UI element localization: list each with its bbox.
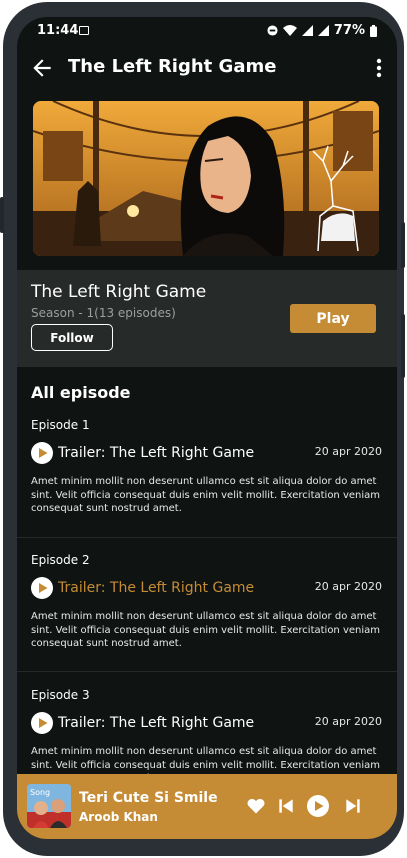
episode-date: 20 apr 2020 (314, 580, 382, 593)
play-circle-icon[interactable] (31, 442, 53, 464)
episode-label: Episode 2 (31, 553, 90, 567)
more-vert-icon[interactable] (373, 56, 385, 80)
song-title: Teri Cute Si Smile (79, 790, 218, 806)
back-arrow-icon[interactable] (29, 55, 55, 81)
play-button[interactable]: Play (290, 304, 376, 333)
phone-frame: 11:44 77% The Left Right Game The Left R… (0, 2, 405, 856)
skip-next-icon[interactable] (343, 796, 363, 816)
episode-date: 20 apr 2020 (314, 715, 382, 728)
play-circle-icon[interactable] (307, 795, 329, 817)
season-info: Season - 1(13 episodes) (31, 306, 176, 320)
battery-percent: 77% (333, 23, 365, 38)
album-art: Song (27, 784, 71, 828)
signal-icon (301, 25, 313, 36)
side-button (0, 197, 4, 233)
artist-name: Aroob Khan (79, 810, 158, 824)
episode-description: Amet minim mollit non deserunt ullamco e… (31, 476, 381, 514)
episode-description: Amet minim mollit non deserunt ullamco e… (31, 611, 381, 649)
heart-icon[interactable] (246, 796, 266, 816)
status-time: 11:44 (37, 23, 79, 38)
show-info-card: The Left Right Game Season - 1(13 episod… (17, 270, 397, 367)
album-art-image: Song (27, 784, 71, 828)
volume-button (401, 222, 405, 268)
episode-label: Episode 3 (31, 688, 90, 702)
follow-button[interactable]: Follow (31, 324, 113, 351)
signal-icon (317, 25, 329, 36)
page-title: The Left Right Game (68, 56, 277, 77)
status-bar: 11:44 77% (17, 17, 397, 45)
episode-date: 20 apr 2020 (314, 445, 382, 458)
power-button (401, 314, 405, 378)
show-banner-image (33, 101, 379, 256)
mini-player[interactable]: Song Teri Cute Si Smile Aroob Khan (17, 774, 397, 839)
play-circle-icon[interactable] (31, 712, 53, 734)
episode-title[interactable]: Trailer: The Left Right Game (58, 715, 254, 731)
wifi-icon (282, 25, 297, 36)
image-icon (79, 26, 89, 35)
status-icons: 77% (267, 23, 377, 38)
episode-title[interactable]: Trailer: The Left Right Game (58, 580, 254, 596)
episode-label: Episode 1 (31, 418, 90, 432)
divider (17, 537, 397, 538)
play-circle-icon[interactable] (31, 577, 53, 599)
screen: 11:44 77% The Left Right Game The Left R… (17, 17, 397, 839)
app-bar: The Left Right Game (17, 51, 397, 91)
battery-icon (370, 24, 377, 37)
album-art-text: Song (30, 788, 50, 797)
show-title: The Left Right Game (31, 282, 207, 302)
banner-illustration (33, 101, 379, 256)
section-title: All episode (31, 383, 131, 402)
divider (17, 671, 397, 672)
dnd-icon (267, 25, 278, 36)
episode-title[interactable]: Trailer: The Left Right Game (58, 445, 254, 461)
skip-previous-icon[interactable] (276, 796, 296, 816)
